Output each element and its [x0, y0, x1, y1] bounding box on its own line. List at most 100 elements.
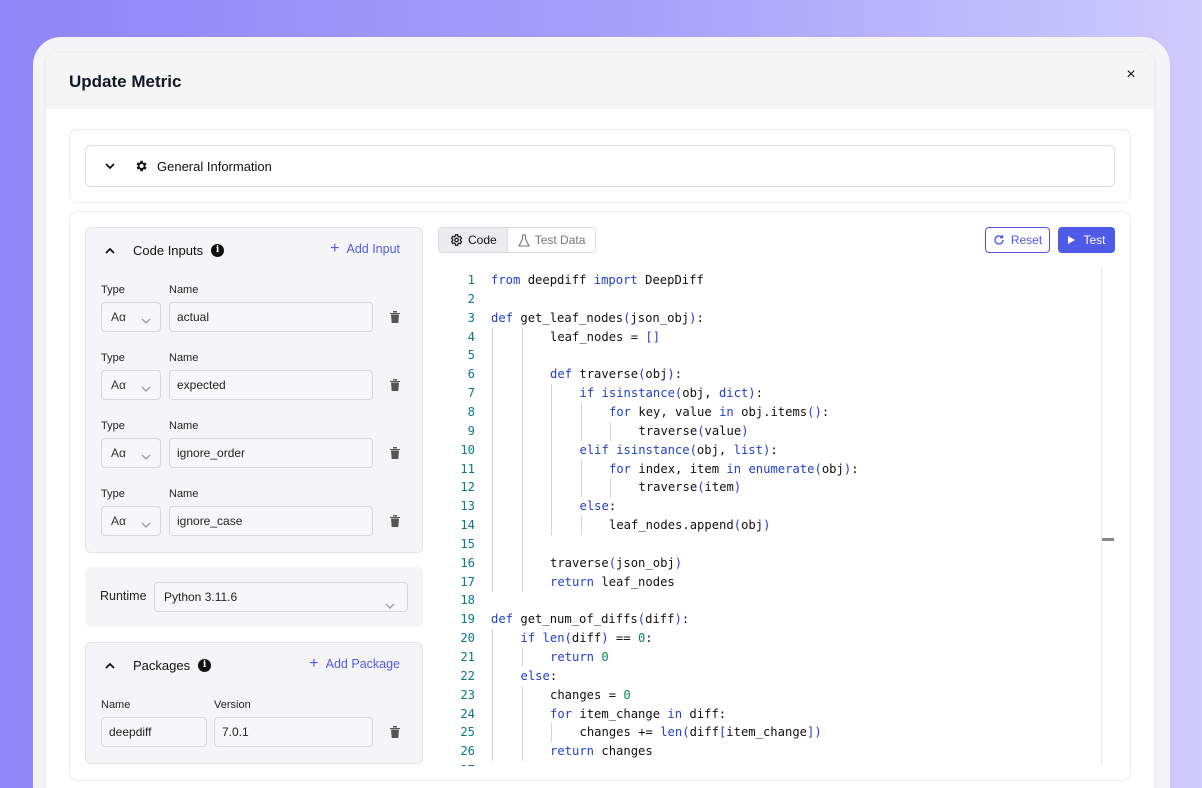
type-select[interactable]: Aα: [101, 370, 161, 400]
code-token: (: [608, 555, 617, 570]
code-line: 25 changes += len(diff[item_change]): [438, 723, 1098, 743]
code-line: 19 def get_num_of_diffs(diff):: [438, 610, 1098, 629]
code-token: (: [564, 631, 572, 646]
code-token: return: [550, 744, 595, 759]
indent-guide: [492, 478, 493, 498]
text-type-icon: Aα: [111, 446, 126, 460]
code-token: 0: [623, 687, 631, 702]
trash-icon[interactable]: [389, 310, 401, 324]
trash-icon[interactable]: [389, 378, 401, 392]
info-icon[interactable]: i: [211, 243, 225, 257]
indent-guide: [521, 402, 523, 422]
indent-guide: [492, 648, 493, 667]
test-button[interactable]: Test: [1058, 227, 1115, 253]
code-token: get_leaf_nodes: [513, 310, 624, 325]
code-line: 3 def get_leaf_nodes(json_obj):: [438, 309, 1098, 328]
indent-guide: [492, 402, 493, 422]
code-token: obj: [741, 518, 764, 533]
code-line: 9 traverse(value): [438, 421, 1098, 441]
code-token: obj,: [682, 386, 719, 401]
add-input-button[interactable]: + Add Input: [330, 241, 400, 257]
code-token: (: [814, 461, 822, 476]
code-token: enumerate: [748, 461, 815, 476]
name-label: Name: [169, 488, 199, 500]
code-token: 0: [601, 650, 609, 664]
code-token: item_change: [726, 725, 807, 740]
packages-panel: Packages i + Add Package Name Version de…: [85, 642, 423, 764]
code-token: get_num_of_diffs: [513, 612, 638, 627]
trash-icon[interactable]: [389, 446, 401, 460]
code-text: def get_leaf_nodes(json_obj):: [491, 309, 704, 328]
indent-guide: [521, 516, 523, 536]
tab-code[interactable]: Code: [439, 228, 508, 252]
editor-scrollbar[interactable]: [1101, 266, 1102, 766]
code-token: else: [579, 499, 609, 514]
code-editor[interactable]: 1 from deepdiff import DeepDiff 2 3 def get_…: [438, 266, 1115, 766]
general-information-toggle[interactable]: General Information: [85, 145, 1115, 187]
trash-icon[interactable]: [389, 725, 401, 739]
code-token: traverse: [550, 555, 609, 570]
code-line: 2: [438, 290, 1098, 309]
code-token: list: [733, 442, 763, 457]
chevron-down-icon: [105, 161, 115, 171]
runtime-select[interactable]: Python 3.11.6: [154, 582, 408, 612]
input-name-field[interactable]: expected: [169, 370, 373, 400]
code-line: 16 traverse(json_obj): [438, 553, 1098, 573]
code-token: :: [851, 461, 859, 476]
close-icon[interactable]: ×: [1122, 66, 1140, 84]
cursor-marker: [1102, 538, 1114, 541]
line-number: 18: [460, 593, 475, 608]
indent-guide: [492, 516, 493, 536]
test-label: Test: [1083, 233, 1106, 247]
reset-button[interactable]: Reset: [985, 227, 1050, 253]
code-text: from deepdiff import DeepDiff: [491, 271, 704, 290]
code-token: diff: [571, 631, 602, 646]
code-token: ): [733, 480, 742, 495]
input-name-field[interactable]: ignore_case: [169, 506, 373, 536]
type-label: Type: [101, 352, 125, 364]
indent-guide: [551, 421, 552, 441]
modal-body: General Information Code Inputs i + Add …: [46, 109, 1154, 788]
code-text: def get_num_of_diffs(diff):: [491, 610, 689, 629]
code-line: 4 leaf_nodes = []: [438, 327, 1098, 347]
indent-guide: [492, 384, 493, 404]
code-text: return 0: [550, 648, 609, 667]
runtime-label: Runtime: [100, 589, 147, 603]
info-icon[interactable]: i: [198, 658, 212, 672]
package-name-input[interactable]: deepdiff: [101, 717, 207, 747]
type-select[interactable]: Aα: [101, 302, 161, 332]
chevron-down-icon: [141, 448, 151, 466]
trash-icon[interactable]: [389, 514, 401, 528]
indent-guide: [492, 685, 493, 705]
code-text: for item_change in diff:: [550, 705, 726, 724]
add-package-button[interactable]: + Add Package: [309, 656, 400, 672]
line-number: 25: [460, 725, 475, 740]
line-number: 16: [460, 555, 475, 570]
line-number: 27: [438, 761, 475, 766]
name-label: Name: [169, 420, 199, 432]
indent-guide: [580, 421, 582, 441]
package-version-input[interactable]: 7.0.1: [214, 717, 373, 747]
type-select[interactable]: Aα: [101, 506, 161, 536]
input-name-field[interactable]: ignore_order: [169, 438, 373, 468]
code-token: :: [821, 404, 830, 419]
type-select[interactable]: Aα: [101, 438, 161, 468]
input-name-field[interactable]: actual: [169, 302, 373, 332]
tab-code-label: Code: [468, 233, 497, 247]
code-line: 10 elif isinstance(obj, list):: [438, 440, 1098, 460]
code-input-row: Type Name Aα actual: [101, 284, 411, 336]
code-token: changes =: [550, 687, 624, 702]
indent-guide: [580, 478, 582, 498]
type-label: Type: [101, 284, 125, 296]
indent-guide: [492, 666, 493, 686]
code-token: traverse: [638, 423, 698, 438]
tab-test-data[interactable]: Test Data: [507, 228, 596, 252]
indent-guide: [492, 723, 493, 743]
text-type-icon: Aα: [111, 378, 126, 392]
indent-guide: [492, 365, 493, 385]
code-token: for: [609, 404, 632, 419]
add-package-label: Add Package: [325, 657, 400, 671]
indent-guide: [492, 742, 493, 762]
code-token: len: [542, 631, 565, 646]
